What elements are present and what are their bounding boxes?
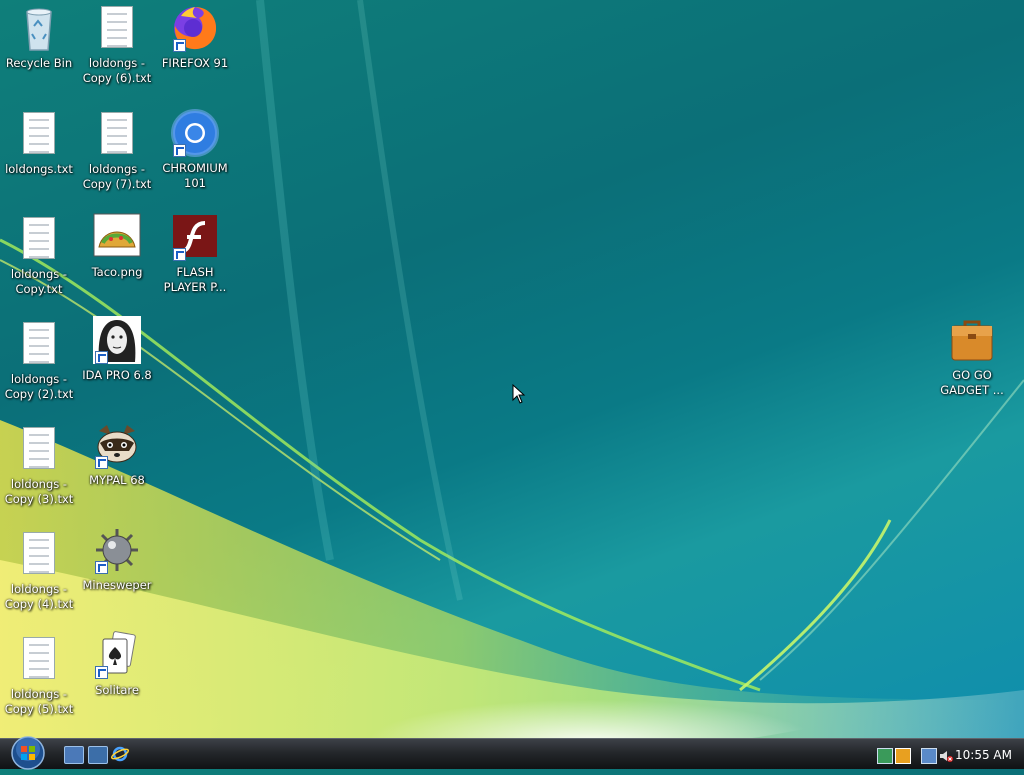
taco-image-icon [93, 213, 141, 261]
clock[interactable]: 10:55 AM [955, 748, 1012, 762]
mouse-cursor-icon [512, 384, 526, 404]
desktop-icon-text-file[interactable]: loldongs - Copy (3).txt [1, 425, 77, 507]
shortcut-arrow-icon [95, 351, 108, 364]
shortcut-arrow-icon [173, 248, 186, 261]
desktop-icon-solitaire[interactable]: Solitare [79, 631, 155, 698]
shortcut-arrow-icon [95, 456, 108, 469]
system-tray: 10:55 AM [864, 741, 1024, 767]
switch-windows-icon[interactable] [88, 746, 108, 764]
shortcut-arrow-icon [95, 561, 108, 574]
text-file-icon [15, 110, 63, 158]
desktop-icon-mypal[interactable]: MYPAL 68 [79, 421, 155, 488]
desktop-icon-text-file[interactable]: loldongs - Copy (6).txt [79, 4, 155, 86]
desktop-icon-label: loldongs - Copy (2).txt [4, 372, 74, 401]
windows-orb-icon [11, 736, 45, 770]
briefcase-icon [948, 316, 996, 364]
taskbar: 10:55 AM [0, 735, 1024, 771]
windows-security-icon[interactable] [877, 748, 893, 764]
desktop-icon-text-file[interactable]: loldongs - Copy (5).txt [1, 635, 77, 717]
desktop-icon-text-file[interactable]: loldongs - Copy.txt [1, 215, 77, 297]
desktop-icon-label: GO GO GADGET ... [940, 368, 1004, 397]
flash-player-icon [171, 213, 219, 261]
start-button[interactable] [8, 735, 48, 771]
desktop-icon-label: loldongs - Copy (5).txt [4, 687, 74, 716]
volume-muted-icon[interactable] [939, 748, 953, 762]
desktop-icon-text-file[interactable]: loldongs - Copy (7).txt [79, 110, 155, 192]
desktop-icon-label: Solitare [95, 683, 139, 697]
desktop-icon-taco-image[interactable]: Taco.png [79, 213, 155, 280]
desktop-icon-recycle-bin[interactable]: Recycle Bin [1, 4, 77, 71]
network-icon[interactable] [921, 748, 937, 764]
desktop-icon-flash-player[interactable]: FLASH PLAYER P... [157, 213, 233, 295]
chromium-icon [171, 109, 219, 157]
desktop-icon-label: FIREFOX 91 [161, 56, 229, 70]
desktop-icon-firefox[interactable]: FIREFOX 91 [157, 4, 233, 71]
desktop-icon-minesweeper[interactable]: Minesweper [79, 526, 155, 593]
ida-pro-icon [93, 316, 141, 364]
desktop-icon-label: Taco.png [91, 265, 143, 279]
desktop-icon-label: loldongs - Copy (7).txt [82, 162, 152, 191]
show-desktop-icon[interactable] [64, 746, 84, 764]
text-file-icon [15, 425, 63, 473]
desktop-icon-ida-pro[interactable]: IDA PRO 6.8 [79, 316, 155, 383]
desktop-icon-chromium[interactable]: CHROMIUM 101 [157, 109, 233, 191]
security-alert-icon[interactable] [895, 748, 911, 764]
desktop-icon-label: Recycle Bin [5, 56, 73, 70]
shortcut-arrow-icon [173, 39, 186, 52]
desktop-icon-label: Minesweper [82, 578, 152, 592]
shortcut-arrow-icon [173, 144, 186, 157]
text-file-icon [93, 4, 141, 52]
desktop-icon-label: loldongs.txt [5, 162, 73, 176]
solitaire-cards-icon [93, 631, 141, 679]
internet-explorer-icon[interactable] [110, 746, 130, 762]
desktop-icon-label: IDA PRO 6.8 [82, 368, 152, 382]
desktop-icon-label: loldongs - Copy (4).txt [4, 582, 74, 611]
desktop-icon-label: MYPAL 68 [89, 473, 145, 487]
text-file-icon [15, 530, 63, 578]
desktop-icon-label: CHROMIUM 101 [162, 161, 228, 190]
mypal-raccoon-icon [93, 421, 141, 469]
desktop-icon-text-file[interactable]: loldongs - Copy (4).txt [1, 530, 77, 612]
desktop-icon-label: FLASH PLAYER P... [163, 265, 227, 294]
text-file-icon [93, 110, 141, 158]
desktop-icon-label: loldongs - Copy (3).txt [4, 477, 74, 506]
desktop-icon-label: loldongs - Copy (6).txt [82, 56, 152, 85]
recycle-bin-icon [15, 4, 63, 52]
desktop-icon-text-file[interactable]: loldongs.txt [1, 110, 77, 177]
minesweeper-mine-icon [93, 526, 141, 574]
desktop-icon-text-file[interactable]: loldongs - Copy (2).txt [1, 320, 77, 402]
text-file-icon [15, 215, 63, 263]
shortcut-arrow-icon [95, 666, 108, 679]
desktop-icon-label: loldongs - Copy.txt [10, 267, 68, 296]
text-file-icon [15, 635, 63, 683]
firefox-icon [171, 4, 219, 52]
desktop-icon-go-go-gadget[interactable]: GO GO GADGET ... [934, 316, 1010, 398]
text-file-icon [15, 320, 63, 368]
